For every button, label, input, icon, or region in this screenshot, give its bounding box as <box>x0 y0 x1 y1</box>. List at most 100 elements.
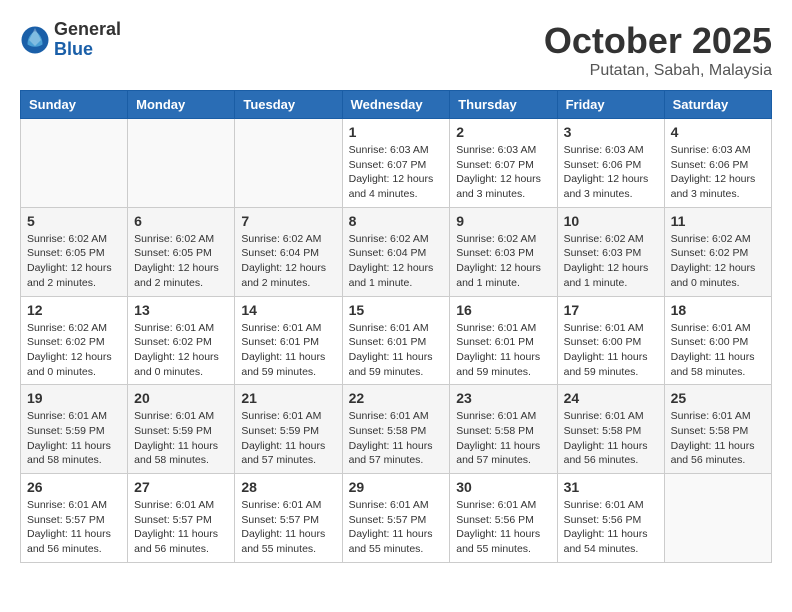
day-info: Sunrise: 6:01 AM Sunset: 6:01 PM Dayligh… <box>349 321 444 380</box>
day-number: 3 <box>564 124 658 140</box>
calendar-day-cell <box>21 119 128 208</box>
day-number: 12 <box>27 302 121 318</box>
calendar-day-cell: 26 Sunrise: 6:01 AM Sunset: 5:57 PM Dayli… <box>21 474 128 563</box>
day-number: 25 <box>671 390 765 406</box>
day-number: 6 <box>134 213 228 229</box>
day-number: 4 <box>671 124 765 140</box>
calendar-day-cell: 14 Sunrise: 6:01 AM Sunset: 6:01 PM Dayli… <box>235 296 342 385</box>
day-info: Sunrise: 6:01 AM Sunset: 5:58 PM Dayligh… <box>349 409 444 468</box>
calendar-day-cell: 22Sunrise: 6:01 AM Sunset: 5:58 PM Dayli… <box>342 385 450 474</box>
calendar-day-cell: 4 Sunrise: 6:03 AM Sunset: 6:06 PM Daylig… <box>664 119 771 208</box>
calendar-day-cell: 20Sunrise: 6:01 AM Sunset: 5:59 PM Dayli… <box>128 385 235 474</box>
day-number: 20 <box>134 390 228 406</box>
calendar-day-cell: 1 Sunrise: 6:03 AM Sunset: 6:07 PM Daylig… <box>342 119 450 208</box>
logo-blue: Blue <box>54 40 121 60</box>
day-number: 1 <box>349 124 444 140</box>
calendar-day-cell: 25Sunrise: 6:01 AM Sunset: 5:58 PM Dayli… <box>664 385 771 474</box>
calendar-day-cell: 28 Sunrise: 6:01 AM Sunset: 5:57 PM Dayli… <box>235 474 342 563</box>
day-info: Sunrise: 6:01 AM Sunset: 6:02 PM Dayligh… <box>134 321 228 380</box>
day-number: 11 <box>671 213 765 229</box>
calendar-table: SundayMondayTuesdayWednesdayThursdayFrid… <box>20 90 772 563</box>
calendar-day-cell: 16Sunrise: 6:01 AM Sunset: 6:01 PM Dayli… <box>450 296 557 385</box>
calendar-day-cell: 2 Sunrise: 6:03 AM Sunset: 6:07 PM Daylig… <box>450 119 557 208</box>
day-of-week-header: Saturday <box>664 91 771 119</box>
day-of-week-header: Tuesday <box>235 91 342 119</box>
day-info: Sunrise: 6:03 AM Sunset: 6:06 PM Dayligh… <box>671 143 765 202</box>
day-number: 14 <box>241 302 335 318</box>
day-info: Sunrise: 6:01 AM Sunset: 5:59 PM Dayligh… <box>241 409 335 468</box>
calendar-day-cell: 23 Sunrise: 6:01 AM Sunset: 5:58 PM Dayli… <box>450 385 557 474</box>
day-number: 15 <box>349 302 444 318</box>
logo-icon <box>20 25 50 55</box>
calendar-week-row: 5 Sunrise: 6:02 AM Sunset: 6:05 PM Daylig… <box>21 207 772 296</box>
calendar-day-cell: 17 Sunrise: 6:01 AM Sunset: 6:00 PM Dayli… <box>557 296 664 385</box>
day-number: 23 <box>456 390 550 406</box>
calendar-day-cell: 3 Sunrise: 6:03 AM Sunset: 6:06 PM Daylig… <box>557 119 664 208</box>
day-number: 27 <box>134 479 228 495</box>
day-number: 17 <box>564 302 658 318</box>
day-number: 18 <box>671 302 765 318</box>
day-number: 7 <box>241 213 335 229</box>
day-info: Sunrise: 6:01 AM Sunset: 5:57 PM Dayligh… <box>349 498 444 557</box>
title-area: October 2025 Putatan, Sabah, Malaysia <box>544 20 772 80</box>
day-info: Sunrise: 6:01 AM Sunset: 6:00 PM Dayligh… <box>671 321 765 380</box>
day-number: 29 <box>349 479 444 495</box>
calendar-day-cell: 24 Sunrise: 6:01 AM Sunset: 5:58 PM Dayli… <box>557 385 664 474</box>
day-number: 10 <box>564 213 658 229</box>
day-number: 28 <box>241 479 335 495</box>
day-info: Sunrise: 6:01 AM Sunset: 5:56 PM Dayligh… <box>564 498 658 557</box>
day-info: Sunrise: 6:01 AM Sunset: 5:57 PM Dayligh… <box>241 498 335 557</box>
logo: General Blue <box>20 20 121 60</box>
day-number: 21 <box>241 390 335 406</box>
day-of-week-header: Sunday <box>21 91 128 119</box>
day-number: 13 <box>134 302 228 318</box>
page-header: General Blue October 2025 Putatan, Sabah… <box>20 20 772 80</box>
calendar-day-cell <box>235 119 342 208</box>
day-info: Sunrise: 6:02 AM Sunset: 6:03 PM Dayligh… <box>564 232 658 291</box>
day-info: Sunrise: 6:01 AM Sunset: 6:01 PM Dayligh… <box>241 321 335 380</box>
day-info: Sunrise: 6:01 AM Sunset: 5:56 PM Dayligh… <box>456 498 550 557</box>
calendar-day-cell: 9Sunrise: 6:02 AM Sunset: 6:03 PM Daylig… <box>450 207 557 296</box>
day-info: Sunrise: 6:02 AM Sunset: 6:04 PM Dayligh… <box>349 232 444 291</box>
day-info: Sunrise: 6:02 AM Sunset: 6:04 PM Dayligh… <box>241 232 335 291</box>
calendar-day-cell: 15 Sunrise: 6:01 AM Sunset: 6:01 PM Dayli… <box>342 296 450 385</box>
calendar-day-cell: 8Sunrise: 6:02 AM Sunset: 6:04 PM Daylig… <box>342 207 450 296</box>
day-info: Sunrise: 6:03 AM Sunset: 6:06 PM Dayligh… <box>564 143 658 202</box>
calendar-day-cell: 13 Sunrise: 6:01 AM Sunset: 6:02 PM Dayli… <box>128 296 235 385</box>
day-info: Sunrise: 6:01 AM Sunset: 5:58 PM Dayligh… <box>564 409 658 468</box>
calendar-day-cell <box>128 119 235 208</box>
day-number: 24 <box>564 390 658 406</box>
day-of-week-header: Friday <box>557 91 664 119</box>
calendar-day-cell: 18 Sunrise: 6:01 AM Sunset: 6:00 PM Dayli… <box>664 296 771 385</box>
day-info: Sunrise: 6:02 AM Sunset: 6:03 PM Dayligh… <box>456 232 550 291</box>
calendar-day-cell: 27 Sunrise: 6:01 AM Sunset: 5:57 PM Dayli… <box>128 474 235 563</box>
calendar-day-cell: 6Sunrise: 6:02 AM Sunset: 6:05 PM Daylig… <box>128 207 235 296</box>
day-of-week-header: Monday <box>128 91 235 119</box>
calendar-day-cell <box>664 474 771 563</box>
day-info: Sunrise: 6:01 AM Sunset: 6:00 PM Dayligh… <box>564 321 658 380</box>
day-info: Sunrise: 6:02 AM Sunset: 6:02 PM Dayligh… <box>671 232 765 291</box>
calendar-day-cell: 11 Sunrise: 6:02 AM Sunset: 6:02 PM Dayli… <box>664 207 771 296</box>
month-title: October 2025 <box>544 20 772 62</box>
day-number: 5 <box>27 213 121 229</box>
calendar-week-row: 12Sunrise: 6:02 AM Sunset: 6:02 PM Dayli… <box>21 296 772 385</box>
location: Putatan, Sabah, Malaysia <box>544 62 772 80</box>
day-info: Sunrise: 6:01 AM Sunset: 5:58 PM Dayligh… <box>456 409 550 468</box>
day-number: 2 <box>456 124 550 140</box>
calendar-day-cell: 10 Sunrise: 6:02 AM Sunset: 6:03 PM Dayli… <box>557 207 664 296</box>
day-info: Sunrise: 6:01 AM Sunset: 5:59 PM Dayligh… <box>27 409 121 468</box>
day-number: 31 <box>564 479 658 495</box>
calendar-day-cell: 12Sunrise: 6:02 AM Sunset: 6:02 PM Dayli… <box>21 296 128 385</box>
day-info: Sunrise: 6:01 AM Sunset: 5:57 PM Dayligh… <box>134 498 228 557</box>
day-number: 26 <box>27 479 121 495</box>
logo-general: General <box>54 20 121 40</box>
day-info: Sunrise: 6:01 AM Sunset: 5:57 PM Dayligh… <box>27 498 121 557</box>
day-of-week-header: Thursday <box>450 91 557 119</box>
calendar-day-cell: 30Sunrise: 6:01 AM Sunset: 5:56 PM Dayli… <box>450 474 557 563</box>
logo-text: General Blue <box>54 20 121 60</box>
day-info: Sunrise: 6:02 AM Sunset: 6:05 PM Dayligh… <box>27 232 121 291</box>
day-info: Sunrise: 6:03 AM Sunset: 6:07 PM Dayligh… <box>456 143 550 202</box>
day-info: Sunrise: 6:03 AM Sunset: 6:07 PM Dayligh… <box>349 143 444 202</box>
calendar-day-cell: 5 Sunrise: 6:02 AM Sunset: 6:05 PM Daylig… <box>21 207 128 296</box>
calendar-day-cell: 7 Sunrise: 6:02 AM Sunset: 6:04 PM Daylig… <box>235 207 342 296</box>
